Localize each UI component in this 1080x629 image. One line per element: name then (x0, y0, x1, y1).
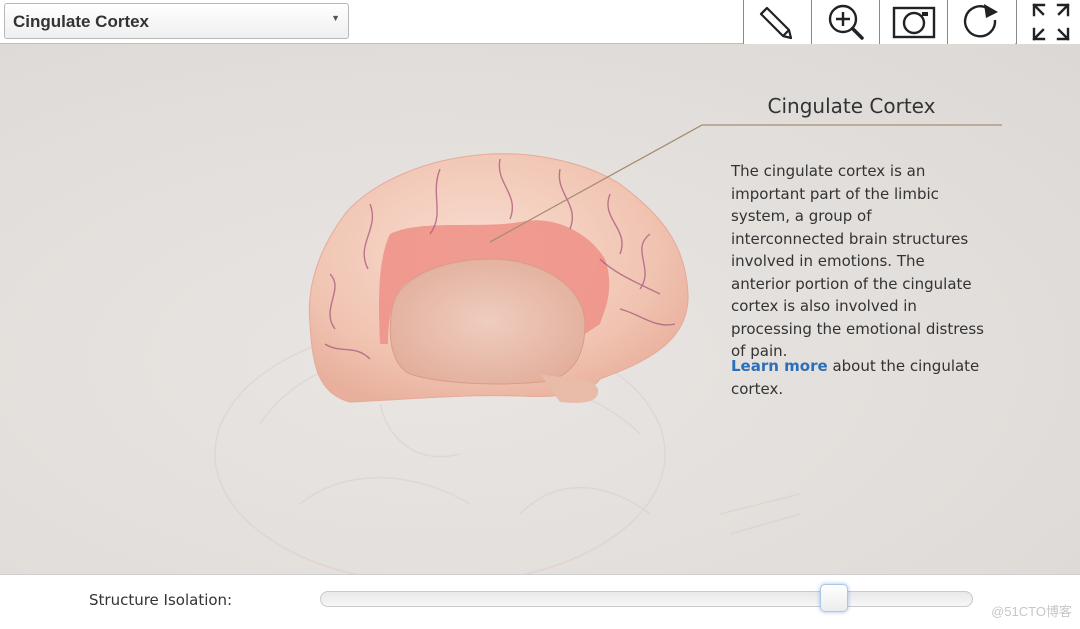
structure-isolation-label: Structure Isolation: (89, 591, 233, 609)
camera-icon (892, 6, 936, 39)
rotate-button[interactable] (947, 0, 1015, 44)
slider-thumb[interactable] (820, 584, 848, 612)
fullscreen-button[interactable] (1016, 0, 1080, 44)
info-title: Cingulate Cortex (767, 94, 936, 118)
watermark: @51CTO博客 (991, 604, 1072, 619)
fullscreen-icon (1032, 3, 1070, 41)
app-window: Cingulate Cortex ▼ Cingulate Cortex The … (0, 0, 1080, 629)
snapshot-button[interactable] (879, 0, 947, 44)
bottom-panel: Structure Isolation: @51CTO博客 (0, 574, 1080, 629)
structure-isolation-slider[interactable] (320, 591, 973, 607)
3d-viewport[interactable]: Cingulate Cortex The cingulate cortex is… (0, 44, 1080, 574)
structure-select-value: Cingulate Cortex (13, 12, 150, 31)
zoom-in-icon (828, 4, 864, 40)
structure-select[interactable]: Cingulate Cortex ▼ (4, 3, 349, 39)
draw-button[interactable] (743, 0, 811, 44)
zoom-button[interactable] (811, 0, 879, 44)
rotate-icon (963, 4, 998, 38)
chevron-down-icon: ▼ (331, 13, 340, 23)
info-description: The cingulate cortex is an important par… (731, 162, 984, 360)
top-toolbar: Cingulate Cortex ▼ (0, 0, 1080, 44)
pencil-icon (759, 6, 793, 40)
info-learn-more: Learn more about the cingulate cortex. (731, 355, 986, 400)
learn-more-link[interactable]: Learn more (731, 357, 828, 375)
